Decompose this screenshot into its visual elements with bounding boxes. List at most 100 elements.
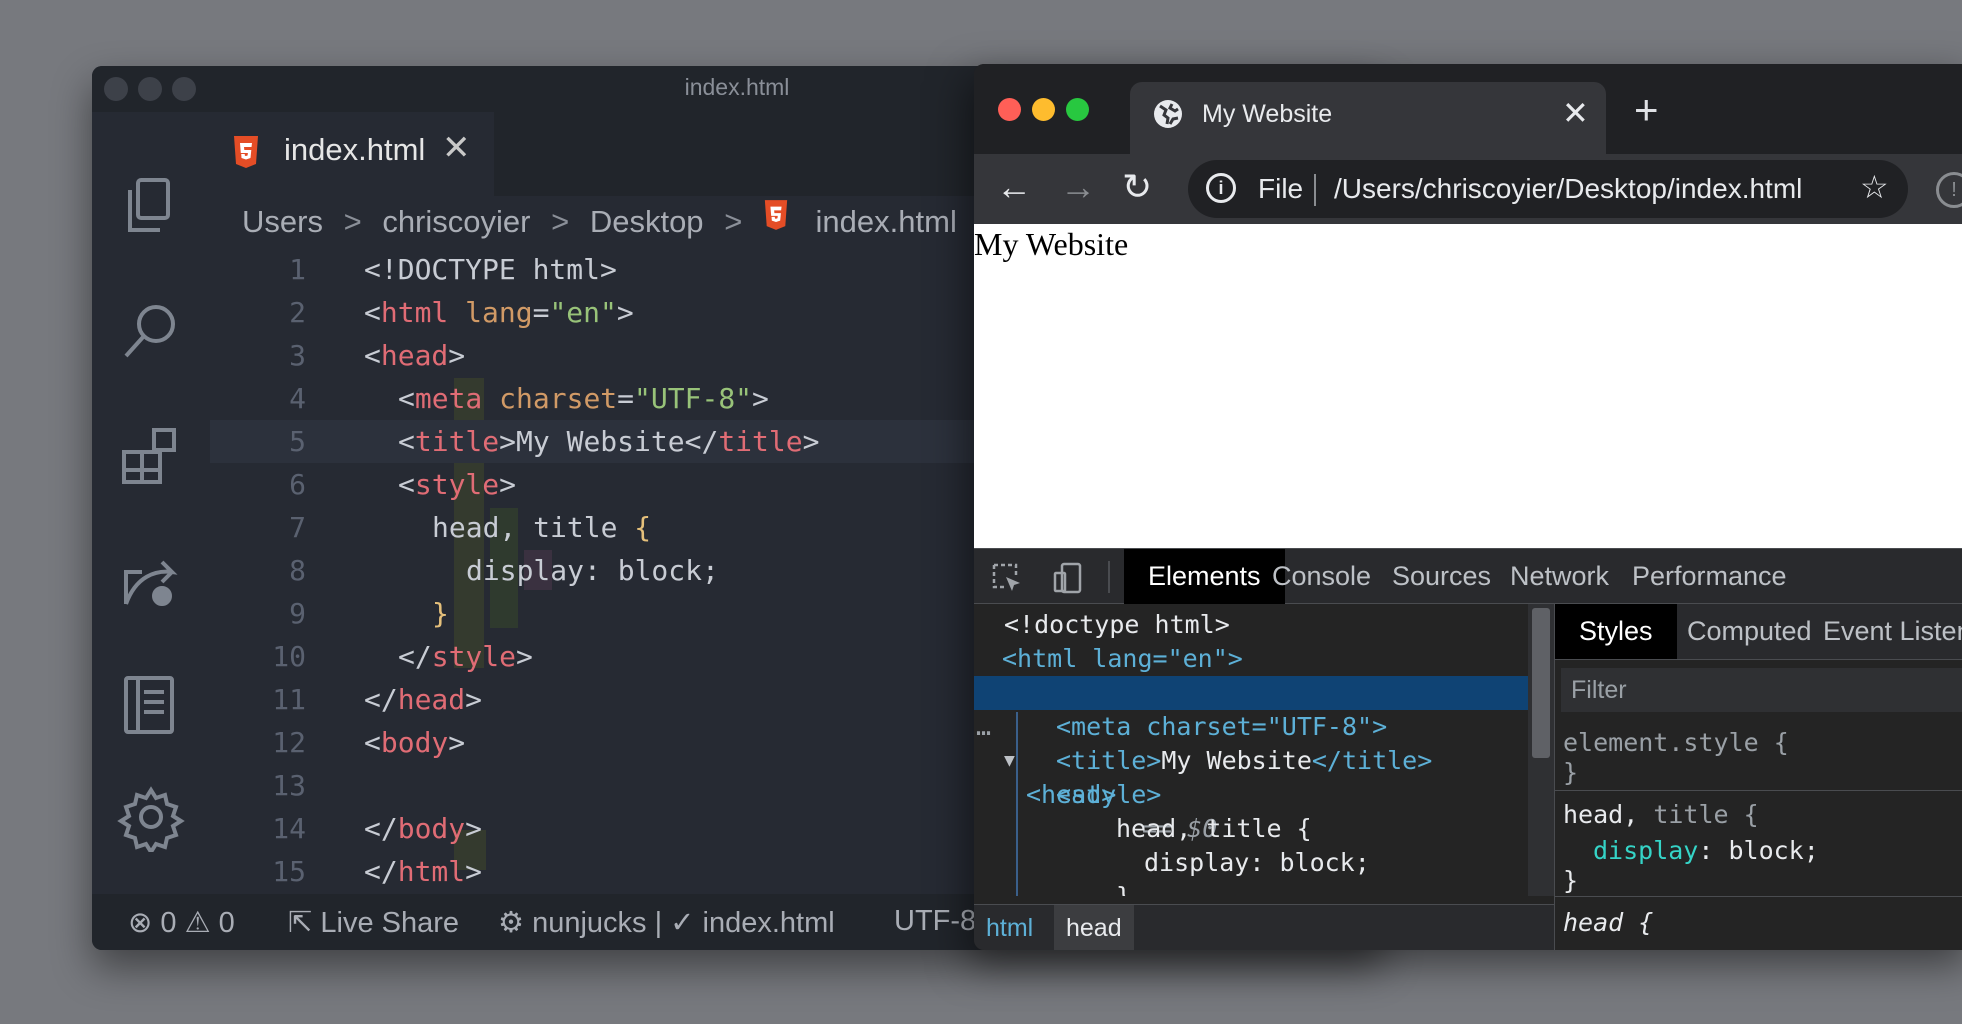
rule-selector-title: title { <box>1653 800 1759 829</box>
back-arrow-icon[interactable]: ← <box>996 166 1032 208</box>
dom-node[interactable]: <!doctype html> <box>974 608 1528 642</box>
code-declaration: display: block; <box>466 554 719 587</box>
forward-arrow-icon[interactable]: → <box>1060 166 1096 208</box>
code-string: "en" <box>549 296 617 329</box>
code-text: head, title { <box>432 506 651 549</box>
dom-node[interactable]: head, title { <box>974 812 1528 846</box>
styles-tab-bar: Styles Computed Event Listeners <box>1555 604 1962 660</box>
code-text: </html> <box>364 855 483 888</box>
chrome-window: My Website ✕ + ← → ↻ i File /Users/chris… <box>974 64 1962 950</box>
nunjucks-status[interactable]: ⚙ nunjucks | ✓ index.html <box>498 905 835 940</box>
code-tag: style <box>414 468 500 501</box>
reload-icon[interactable]: ↻ <box>1122 166 1152 208</box>
dom-node[interactable]: <html lang="en"> <box>974 642 1528 676</box>
warning-count: 0 <box>218 907 235 939</box>
styles-pane: Styles Computed Event Listeners Filter e… <box>1554 604 1962 950</box>
device-toolbar-icon[interactable] <box>1052 561 1086 595</box>
line-number: 10 <box>272 640 306 673</box>
dom-scrollbar[interactable] <box>1528 604 1554 896</box>
dom-scrollbar-thumb[interactable] <box>1532 608 1550 758</box>
dom-style-tag: <style> <box>1056 780 1162 809</box>
new-tab-button[interactable]: + <box>1634 86 1659 134</box>
bookmark-star-icon[interactable]: ☆ <box>1860 168 1889 206</box>
dom-node[interactable]: } <box>974 880 1528 896</box>
tab-close-icon[interactable]: ✕ <box>1562 94 1589 132</box>
dom-node[interactable]: <meta charset="UTF-8"> <box>974 710 1528 744</box>
rule-user-agent-selector[interactable]: head { <box>1563 908 1653 937</box>
event-listeners-tab[interactable]: Event Listeners <box>1799 604 1962 659</box>
rule-declaration[interactable]: display: block; <box>1593 836 1819 865</box>
dom-tree[interactable]: <!doctype html> <html lang="en"> … ▼ <he… <box>974 604 1528 896</box>
notebook-icon[interactable] <box>116 670 186 740</box>
window-close-button[interactable] <box>998 98 1021 121</box>
rule-close-brace: } <box>1563 866 1579 895</box>
code-tag: title <box>718 425 803 458</box>
dom-css-selector: head, title { <box>1116 814 1312 843</box>
rule-selector[interactable]: head, title { <box>1563 800 1759 829</box>
line-number: 14 <box>272 812 306 845</box>
breadcrumb-separator: > <box>343 203 362 239</box>
code-attr: charset <box>499 382 618 415</box>
check-icon: ✓ <box>670 907 695 939</box>
code-string: "UTF-8" <box>634 382 753 415</box>
dom-css-declaration: display: block; <box>1144 848 1370 877</box>
inspect-element-icon[interactable] <box>990 561 1024 595</box>
rule-element-style[interactable]: element.style { <box>1563 728 1789 757</box>
line-number: 2 <box>289 296 306 329</box>
tab-close-icon[interactable]: ✕ <box>442 128 471 168</box>
dom-node[interactable]: display: block; <box>974 846 1528 880</box>
breadcrumb-index-html[interactable]: index.html <box>816 204 957 240</box>
code-tag: html <box>380 296 449 329</box>
gear-icon: ⚙ <box>498 907 524 939</box>
extensions-icon[interactable] <box>116 422 186 492</box>
breadcrumb-chriscoyier[interactable]: chriscoyier <box>382 204 530 240</box>
dom-breadcrumbs: html head <box>974 904 1554 950</box>
devtools-tab-bar: Elements Console Sources Network Perform… <box>974 548 1962 604</box>
css-property: display <box>1593 836 1699 865</box>
browser-tab[interactable]: My Website ✕ <box>1130 82 1606 154</box>
problems-status[interactable]: ⊗ 0 ⚠ 0 <box>128 905 235 940</box>
explorer-icon[interactable] <box>116 172 186 242</box>
window-zoom-button[interactable] <box>1066 98 1089 121</box>
page-viewport: My Website <box>974 224 1962 548</box>
live-share-icon[interactable] <box>116 546 186 616</box>
dom-meta-tag: <meta charset="UTF-8"> <box>1056 712 1388 741</box>
code-tag: head <box>397 683 466 716</box>
crumb-head[interactable]: head <box>1054 905 1134 950</box>
error-count: 0 <box>160 907 177 939</box>
activity-bar <box>92 112 210 894</box>
dom-node-selected[interactable]: … ▼ <head> == $0 <box>974 676 1528 843</box>
dom-title-tag: <title> <box>1056 746 1162 775</box>
devtools-tab-performance[interactable]: Performance <box>1608 549 1811 604</box>
code-attr: lang <box>465 296 533 329</box>
extension-icon[interactable]: ! <box>1936 172 1962 208</box>
breadcrumb-desktop[interactable]: Desktop <box>590 204 704 240</box>
crumb-html[interactable]: html <box>974 905 1045 950</box>
html5-icon <box>764 200 788 230</box>
rule-divider <box>1555 790 1962 791</box>
window-minimize-button[interactable] <box>1032 98 1055 121</box>
styles-filter-input[interactable]: Filter <box>1561 668 1962 712</box>
address-bar[interactable]: i File /Users/chriscoyier/Desktop/index.… <box>1188 160 1908 218</box>
breadcrumb: Users > chriscoyier > Desktop > index.ht… <box>242 200 957 248</box>
settings-gear-icon[interactable] <box>116 782 186 856</box>
address-scheme: File <box>1258 173 1304 204</box>
breadcrumb-users[interactable]: Users <box>242 204 323 240</box>
code-tag: title <box>414 425 500 458</box>
warning-icon: ⚠ <box>184 907 211 939</box>
styles-tab[interactable]: Styles <box>1555 604 1677 659</box>
live-share-status[interactable]: ⇱ Live Share <box>288 905 459 940</box>
line-number: 3 <box>289 339 306 372</box>
code-text: <body> <box>364 726 466 759</box>
dom-node[interactable]: <style> <box>974 778 1528 812</box>
dom-title-text: My Website <box>1161 746 1312 775</box>
dom-node[interactable]: <title>My Website</title> <box>974 744 1528 778</box>
code-tag: meta <box>414 382 483 415</box>
editor-tab-index-html[interactable]: index.html ✕ <box>210 112 494 196</box>
search-icon[interactable] <box>116 298 186 368</box>
site-info-icon[interactable]: i <box>1206 173 1236 203</box>
dom-css-close: } <box>1116 880 1131 896</box>
tab-title: My Website <box>1202 100 1333 128</box>
encoding-status[interactable]: UTF-8 <box>894 905 976 938</box>
rule-close-brace: } <box>1563 758 1579 787</box>
